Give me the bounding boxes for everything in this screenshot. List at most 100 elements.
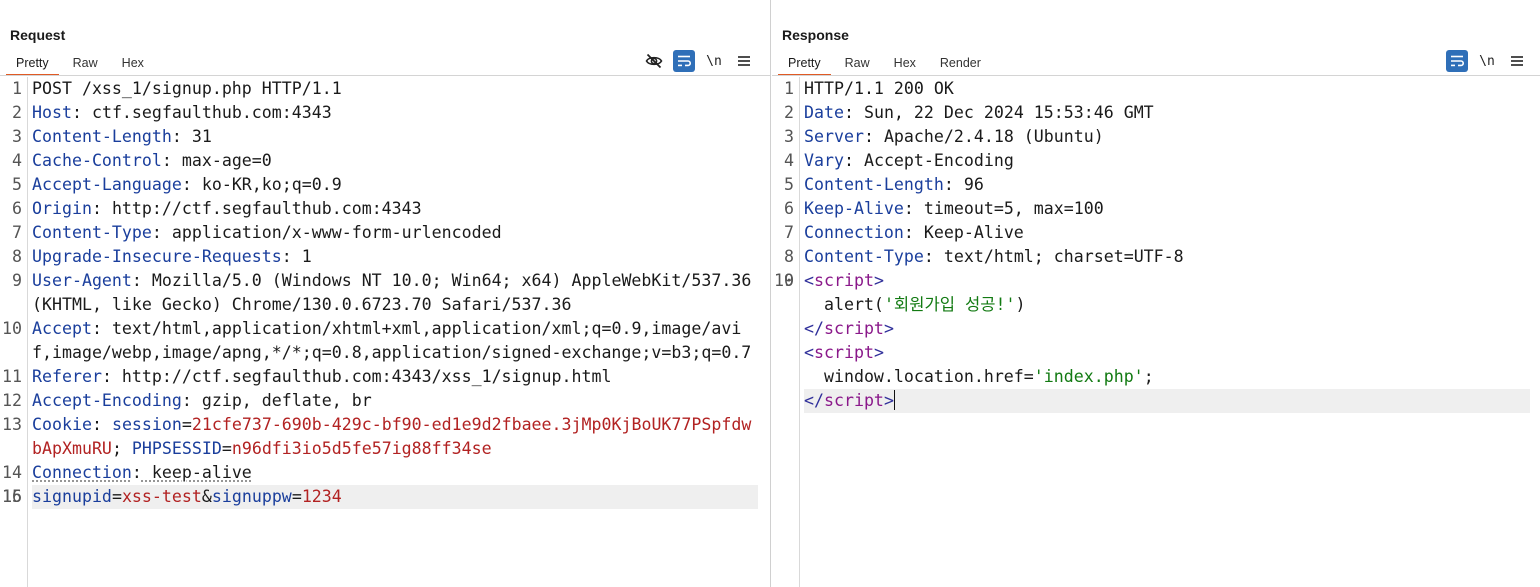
hamburger-menu-icon[interactable] — [733, 50, 755, 72]
html-tag-name: script — [814, 271, 874, 290]
code-line: 5 Content-Length: 96 — [772, 173, 1530, 197]
param-name: signupid — [32, 487, 112, 506]
line-content[interactable]: User-Agent: Mozilla/5.0 (Windows NT 10.0… — [32, 269, 758, 317]
line-content[interactable]: Content-Length: 31 — [32, 125, 758, 149]
word-wrap-icon[interactable] — [1446, 50, 1468, 72]
newline-toggle[interactable]: \n — [703, 50, 725, 72]
header-value: text/html,application/xhtml+xml,applicat… — [32, 319, 752, 362]
request-title: Request — [10, 27, 66, 43]
line-content[interactable]: Content-Length: 96 — [804, 173, 1530, 197]
line-content[interactable]: Content-Type: text/html; charset=UTF-8 — [804, 245, 1530, 269]
cookie-name: PHPSESSID — [131, 439, 222, 458]
response-editor[interactable]: 1 HTTP/1.1 200 OK 2 Date: Sun, 22 Dec 2024 … — [772, 77, 1540, 587]
code-line: 6 Origin: http://ctf.segfaulthub.com:4343 — [0, 197, 758, 221]
header-name: Content-Type — [804, 247, 924, 266]
line-content[interactable]: Accept-Encoding: gzip, deflate, br — [32, 389, 758, 413]
line-content[interactable]: Referer: http://ctf.segfaulthub.com:4343… — [32, 365, 758, 389]
line-content[interactable]: Date: Sun, 22 Dec 2024 15:53:46 GMT — [804, 101, 1530, 125]
html-line: <script> — [804, 269, 1530, 293]
tab-pretty[interactable]: Pretty — [776, 54, 833, 76]
line-number: 2 — [784, 103, 794, 122]
header-name: Keep-Alive — [804, 199, 904, 218]
line-number: 9 — [12, 271, 22, 290]
header-name: Cookie — [32, 415, 92, 434]
line-content[interactable]: Cache-Control: max-age=0 — [32, 149, 758, 173]
line-content[interactable]: signupid=xss-test&signuppw=1234 — [32, 485, 758, 509]
header-value: text/html; charset=UTF-8 — [933, 247, 1184, 266]
response-pane: Response Pretty Raw Hex Render \n 1 HTTP/1.1… — [772, 0, 1540, 587]
header-name: Server — [804, 127, 864, 146]
header-value: timeout=5, max=100 — [913, 199, 1104, 218]
tab-raw[interactable]: Raw — [833, 54, 882, 76]
html-bracket: </ — [804, 391, 824, 410]
header-name: Date — [804, 103, 844, 122]
line-content[interactable]: Host: ctf.segfaulthub.com:4343 — [32, 101, 758, 125]
code-line: 16 signupid=xss-test&signuppw=1234 — [0, 485, 758, 509]
line-content[interactable]: Accept-Language: ko-KR,ko;q=0.9 — [32, 173, 758, 197]
code-line: 9 User-Agent: Mozilla/5.0 (Windows NT 10.… — [0, 269, 758, 317]
line-number: 16 — [2, 487, 22, 506]
line-content[interactable]: Accept: text/html,application/xhtml+xml,… — [32, 317, 758, 365]
param-value: xss-test — [121, 487, 202, 506]
code-line: 1 POST /xss_1/signup.php HTTP/1.1 — [0, 77, 758, 101]
html-bracket: < — [804, 271, 814, 290]
line-content[interactable]: Cookie: session=21cfe737-690b-429c-bf90-… — [32, 413, 758, 461]
header-name: Accept-Encoding — [32, 391, 182, 410]
line-content[interactable]: HTTP/1.1 200 OK — [804, 77, 1530, 101]
html-bracket: </ — [804, 319, 824, 338]
line-number: 14 — [2, 463, 22, 482]
tab-hex[interactable]: Hex — [110, 54, 156, 76]
code-line: 5 Accept-Language: ko-KR,ko;q=0.9 — [0, 173, 758, 197]
code-line: 3 Server: Apache/2.4.18 (Ubuntu) — [772, 125, 1530, 149]
code-line: 2 Host: ctf.segfaulthub.com:4343 — [0, 101, 758, 125]
header-value: Apache/2.4.18 (Ubuntu) — [873, 127, 1104, 146]
tab-raw[interactable]: Raw — [61, 54, 110, 76]
pane-divider[interactable] — [770, 0, 771, 587]
line-number: 10 — [2, 319, 22, 338]
response-tabs: Pretty Raw Hex Render — [776, 54, 993, 76]
line-content[interactable]: Connection: Keep-Alive — [804, 221, 1530, 245]
line-content[interactable]: Server: Apache/2.4.18 (Ubuntu) — [804, 125, 1530, 149]
tab-hex[interactable]: Hex — [882, 54, 928, 76]
tab-pretty[interactable]: Pretty — [4, 54, 61, 76]
header-value: Keep-Alive — [913, 223, 1024, 242]
line-content[interactable]: Connection: keep-alive — [32, 461, 758, 485]
line-content[interactable]: Vary: Accept-Encoding — [804, 149, 1530, 173]
hamburger-menu-icon[interactable] — [1506, 50, 1528, 72]
request-tabs: Pretty Raw Hex — [4, 54, 156, 76]
line-number: 5 — [12, 175, 22, 194]
request-editor[interactable]: 1 POST /xss_1/signup.php HTTP/1.1 2 Host: c… — [0, 77, 770, 587]
response-toolbar: \n — [1446, 50, 1528, 72]
eye-slash-icon[interactable] — [643, 50, 665, 72]
line-content[interactable]: Origin: http://ctf.segfaulthub.com:4343 — [32, 197, 758, 221]
param-value: 1234 — [301, 487, 342, 506]
html-line: alert('회원가입 성공!') — [804, 293, 1530, 317]
cookie-name: session — [111, 415, 182, 434]
word-wrap-icon[interactable] — [673, 50, 695, 72]
header-name: Content-Length — [804, 175, 944, 194]
tab-render[interactable]: Render — [928, 54, 993, 76]
line-number: 5 — [784, 175, 794, 194]
line-content[interactable]: Upgrade-Insecure-Requests: 1 — [32, 245, 758, 269]
code-line: 1 HTTP/1.1 200 OK — [772, 77, 1530, 101]
code-line: 6 Keep-Alive: timeout=5, max=100 — [772, 197, 1530, 221]
header-name: Accept-Language — [32, 175, 182, 194]
code-line: 4 Vary: Accept-Encoding — [772, 149, 1530, 173]
line-content[interactable]: <script> alert('회원가입 성공!') </script> <scri… — [804, 269, 1530, 413]
html-line: </script> — [804, 389, 1530, 413]
line-content[interactable]: Content-Type: application/x-www-form-url… — [32, 221, 758, 245]
code-line: 11 Referer: http://ctf.segfaulthub.com:43… — [0, 365, 758, 389]
header-value: 31 — [181, 127, 212, 146]
header-name: Upgrade-Insecure-Requests — [32, 247, 282, 266]
code-text: ; — [1143, 367, 1154, 386]
line-content[interactable]: POST /xss_1/signup.php HTTP/1.1 — [32, 77, 758, 101]
html-tag-name: script — [823, 319, 884, 338]
code-text: window.location.href= — [804, 367, 1034, 386]
newline-toggle[interactable]: \n — [1476, 50, 1498, 72]
line-number: 13 — [2, 415, 22, 434]
html-bracket: > — [873, 271, 884, 290]
line-content[interactable]: Keep-Alive: timeout=5, max=100 — [804, 197, 1530, 221]
code-line: 14 Connection: keep-alive — [0, 461, 758, 485]
code-line: 3 Content-Length: 31 — [0, 125, 758, 149]
line-number: 1 — [12, 79, 22, 98]
